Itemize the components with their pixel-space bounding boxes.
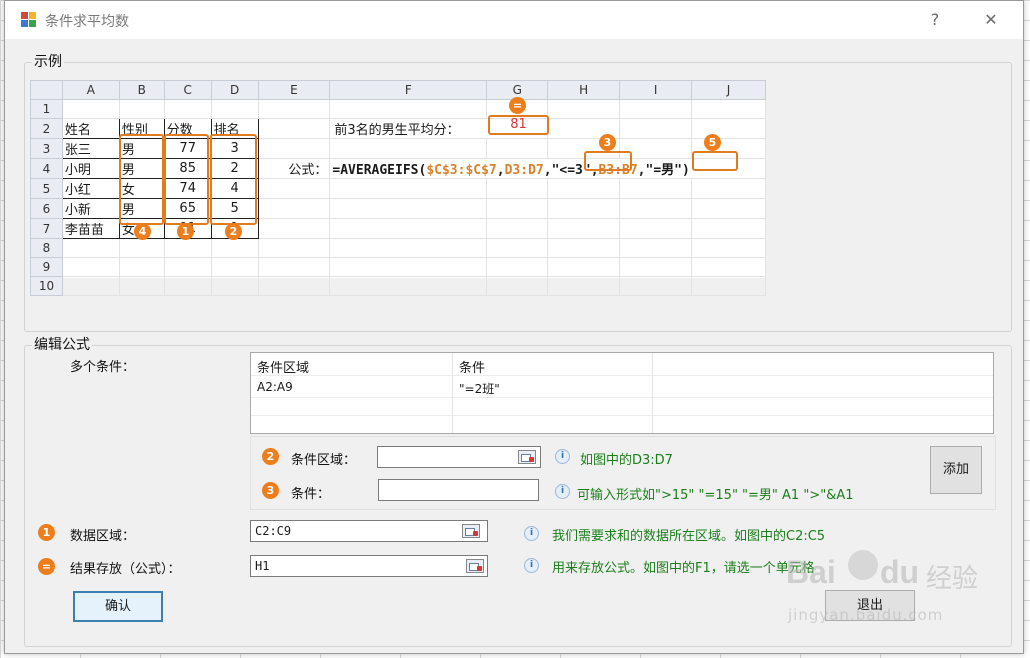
sheet-row: 10 (30, 276, 766, 296)
table-header-cell: 姓名 (61, 118, 120, 139)
baidu-watermark: Bai du 经验 jingyan.baidu.com (786, 544, 986, 644)
badge-data: 1 (38, 524, 55, 541)
badge-equals: = (509, 97, 526, 114)
criteria-list[interactable]: 条件区域 条件 A2:A9 "=2班" (250, 352, 994, 434)
range-picker-icon[interactable] (518, 450, 536, 464)
data-range-label: 数据区域： (70, 529, 136, 544)
criteria-2-highlight (692, 151, 738, 171)
watermark-paw: du (880, 554, 920, 590)
list-item-range[interactable]: A2:A9 (257, 380, 293, 394)
info-icon: i (555, 449, 570, 464)
data-picker-icon[interactable] (462, 524, 480, 538)
data-range-input[interactable]: C2:C9 (250, 520, 488, 542)
gender-column-highlight (119, 134, 164, 225)
col-header: A (61, 80, 120, 100)
criteria-range-hint: 如图中的D3:D7 (580, 453, 673, 468)
col-header: H (547, 80, 621, 100)
sheet-corner (30, 80, 63, 100)
badge-1: 1 (177, 223, 194, 240)
result-value: 81 (510, 117, 527, 132)
criteria-range-label: 条件区域： (291, 453, 357, 468)
confirm-button[interactable]: 确认 (73, 591, 163, 622)
result-location-hint: 用来存放公式。如图中的F1，请选一个单元格 (552, 561, 815, 576)
badge-2: 2 (225, 223, 242, 240)
row-header: 4 (30, 158, 63, 179)
info-icon: i (524, 526, 539, 541)
sheet-row: 1 (30, 99, 766, 119)
row-header: 9 (30, 257, 63, 277)
row-header: 2 (30, 118, 63, 139)
sheet-row: 8 (30, 238, 766, 258)
help-button[interactable]: ? (915, 7, 955, 33)
watermark-cn: 经验 (926, 564, 979, 594)
col-header: J (691, 80, 766, 100)
col-header: D (210, 80, 259, 100)
row-header: 1 (30, 99, 63, 119)
col-header: B (118, 80, 165, 100)
table-cell: 小新 (61, 198, 120, 219)
col-header: I (619, 80, 693, 100)
row-header: 10 (30, 276, 63, 296)
table-cell: 张三 (61, 138, 120, 159)
badge-range: 2 (262, 448, 279, 465)
sheet-row: 9 (30, 257, 766, 277)
list-header-range[interactable]: 条件区域 (257, 357, 309, 376)
criteria-hint: 可输入形式如">15" "=15" "=男" A1 ">"&A1 (577, 488, 854, 503)
window-title: 条件求平均数 (45, 14, 129, 30)
paw-icon (848, 550, 878, 580)
row-header: 6 (30, 198, 63, 219)
edit-formula-group-title: 编辑公式 (32, 334, 92, 354)
criteria-input[interactable] (378, 479, 539, 501)
close-button[interactable]: ✕ (971, 7, 1011, 33)
multi-criteria-label: 多个条件： (70, 360, 136, 375)
score-column-highlight (164, 134, 209, 225)
rank-column-highlight (210, 134, 257, 225)
criteria-1-highlight (584, 151, 632, 171)
result-location-input[interactable]: H1 (250, 555, 488, 577)
badge-result: = (38, 558, 55, 575)
table-cell: 小红 (61, 178, 120, 199)
table-cell: 小明 (61, 158, 120, 179)
data-range-hint: 我们需要求和的数据所在区域。如图中的C2:C5 (552, 529, 826, 544)
badge-4: 4 (134, 223, 151, 240)
app-icon (21, 12, 37, 28)
criteria-range-input[interactable] (377, 446, 541, 468)
watermark-brand: Bai (786, 554, 836, 590)
result-location-label: 结果存放（公式）： (70, 562, 181, 577)
col-header: F (329, 80, 488, 100)
title-bar: 条件求平均数 ? ✕ (5, 1, 1023, 39)
add-button[interactable]: 添加 (930, 446, 982, 494)
column-header-row: A B C D E F G H I J (30, 80, 766, 100)
badge-criteria: 3 (262, 482, 279, 499)
row-header: 8 (30, 238, 63, 258)
table-cell: 李苗苗 (61, 218, 120, 239)
criteria-label: 条件： (291, 487, 331, 502)
formula-label: 公式： (257, 158, 331, 179)
row-header: 5 (30, 178, 63, 199)
row-header: 7 (30, 218, 63, 239)
result-picker-icon[interactable] (466, 559, 484, 573)
watermark-url: jingyan.baidu.com (788, 606, 944, 624)
list-header-criteria[interactable]: 条件 (459, 357, 485, 376)
info-icon: i (555, 484, 570, 499)
row-header: 3 (30, 138, 63, 159)
example-group-title: 示例 (32, 51, 64, 71)
info-icon: i (524, 558, 539, 573)
list-item-criteria[interactable]: "=2班" (459, 380, 500, 397)
col-header: E (257, 80, 331, 100)
badge-5: 5 (704, 134, 721, 151)
col-header: C (163, 80, 212, 100)
badge-3: 3 (599, 134, 616, 151)
